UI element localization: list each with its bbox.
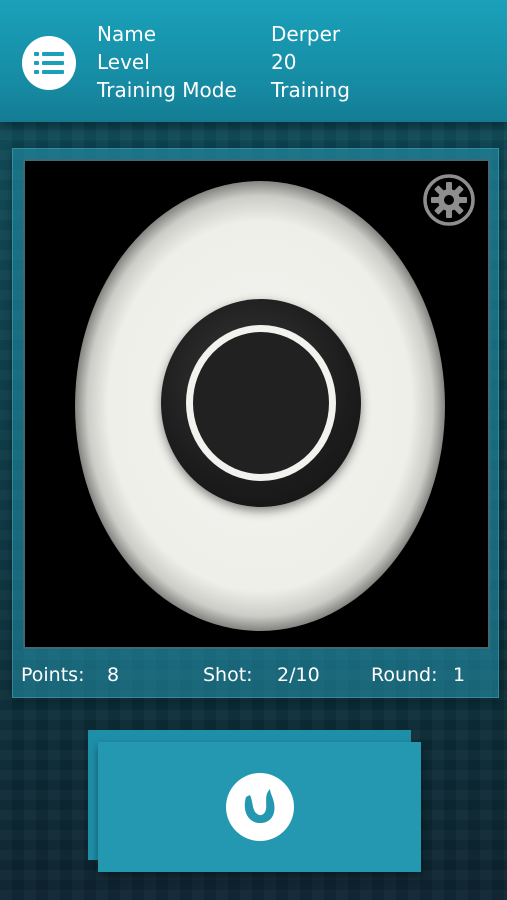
flame-swirl-icon xyxy=(225,773,294,841)
info-value: Derper xyxy=(271,22,341,46)
target-panel: Points: 8 Shot: 2/10 Round: 1 xyxy=(12,148,499,698)
info-row-mode: Training Mode Training xyxy=(97,76,350,104)
list-icon xyxy=(34,52,64,74)
info-value: Training xyxy=(271,78,350,102)
shot-value: 2/10 xyxy=(277,664,320,686)
info-row-name: Name Derper xyxy=(97,20,350,48)
round-label: Round: xyxy=(371,664,438,686)
info-label: Name xyxy=(97,22,157,46)
target-outer-ring xyxy=(161,299,361,507)
target-view[interactable] xyxy=(23,159,490,649)
player-info: Name Derper Level 20 Training Mode Train… xyxy=(97,20,350,104)
header-bar: Name Derper Level 20 Training Mode Train… xyxy=(0,0,507,122)
round-value: 1 xyxy=(453,664,466,686)
info-label: Level xyxy=(97,50,150,74)
info-label: Training Mode xyxy=(97,78,237,102)
target-bullseye xyxy=(193,332,329,474)
target-white-ring xyxy=(186,325,336,481)
info-row-level: Level 20 xyxy=(97,48,350,76)
points-label: Points: xyxy=(21,664,85,686)
info-value: 20 xyxy=(271,50,297,74)
fire-button[interactable] xyxy=(98,742,421,872)
gear-icon xyxy=(423,174,475,226)
settings-button[interactable] xyxy=(422,173,476,227)
points-value: 8 xyxy=(107,664,120,686)
fire-button-wrap xyxy=(88,730,423,875)
shot-label: Shot: xyxy=(203,664,253,686)
menu-button[interactable] xyxy=(22,36,76,90)
